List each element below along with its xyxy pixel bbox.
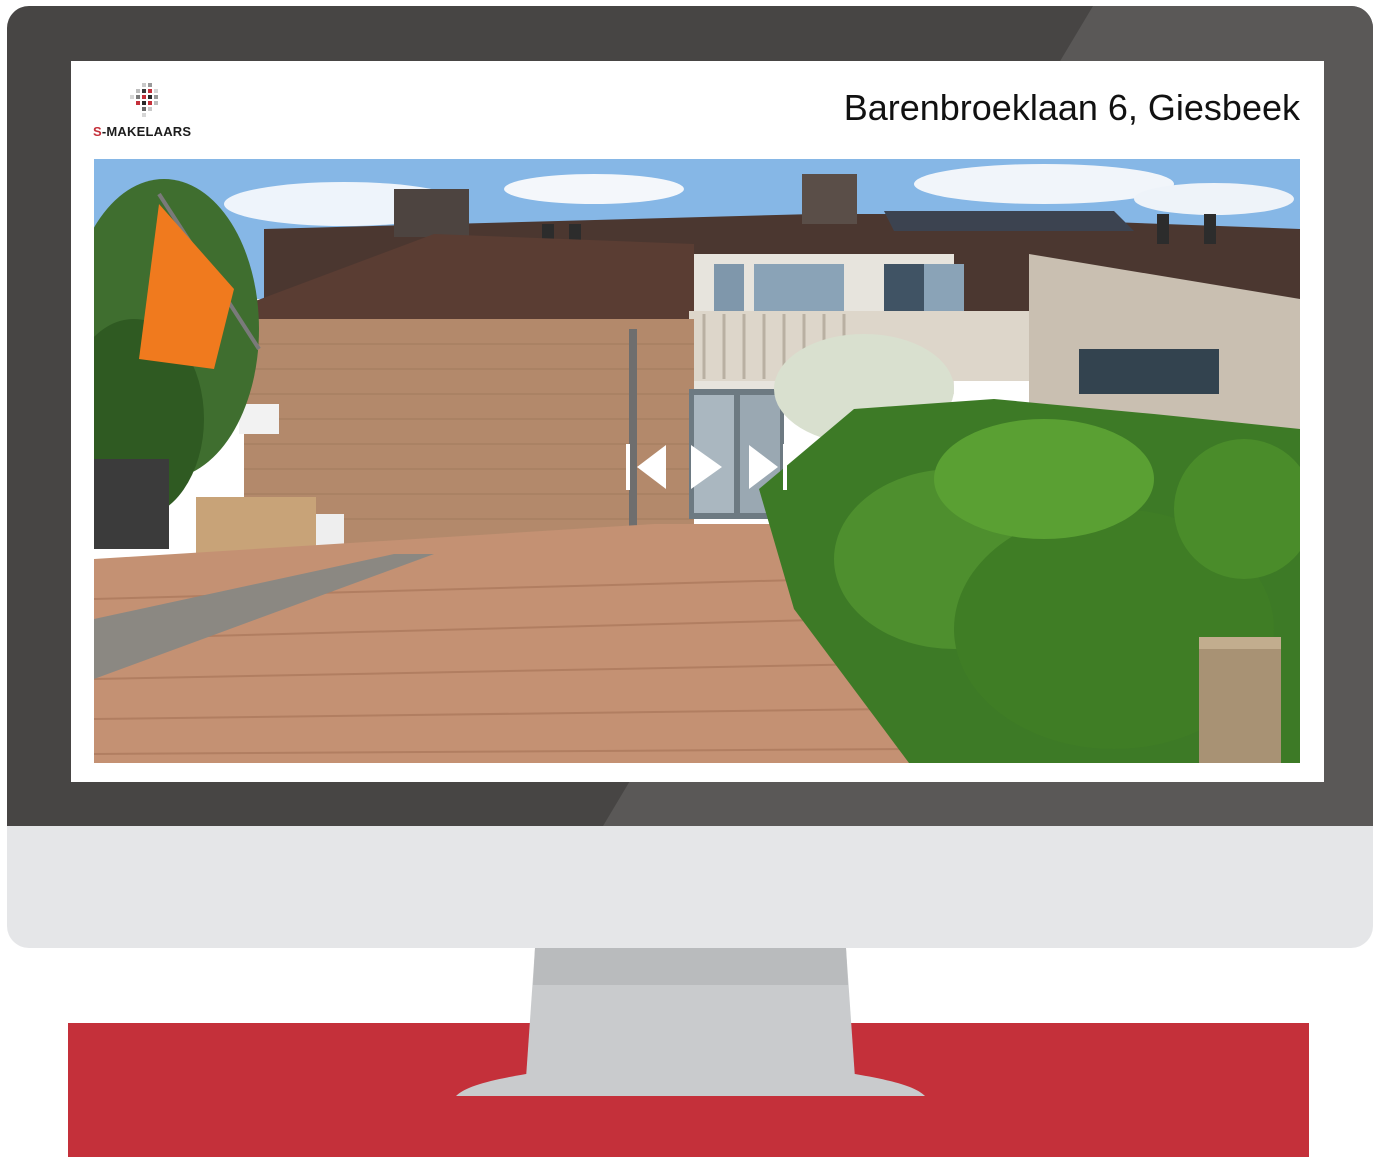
skip-back-icon[interactable] xyxy=(626,439,676,495)
pixel-grid-logo-icon xyxy=(130,83,158,117)
brand-name-suffix: -MAKELAARS xyxy=(101,124,192,139)
brand-logo[interactable]: S-MAKELAARS xyxy=(93,83,203,141)
listing-address: Barenbroeklaan 6, Giesbeek xyxy=(843,87,1300,128)
brand-name: S-MAKELAARS xyxy=(93,124,191,139)
skip-forward-icon[interactable] xyxy=(746,439,788,495)
screen: S-MAKELAARS Barenbroeklaan 6, Giesbeek xyxy=(71,61,1324,782)
play-icon[interactable] xyxy=(688,439,728,495)
monitor-bezel: S-MAKELAARS Barenbroeklaan 6, Giesbeek xyxy=(7,6,1373,826)
brand-name-prefix: S xyxy=(93,124,102,139)
slideshow-controls xyxy=(626,439,788,495)
